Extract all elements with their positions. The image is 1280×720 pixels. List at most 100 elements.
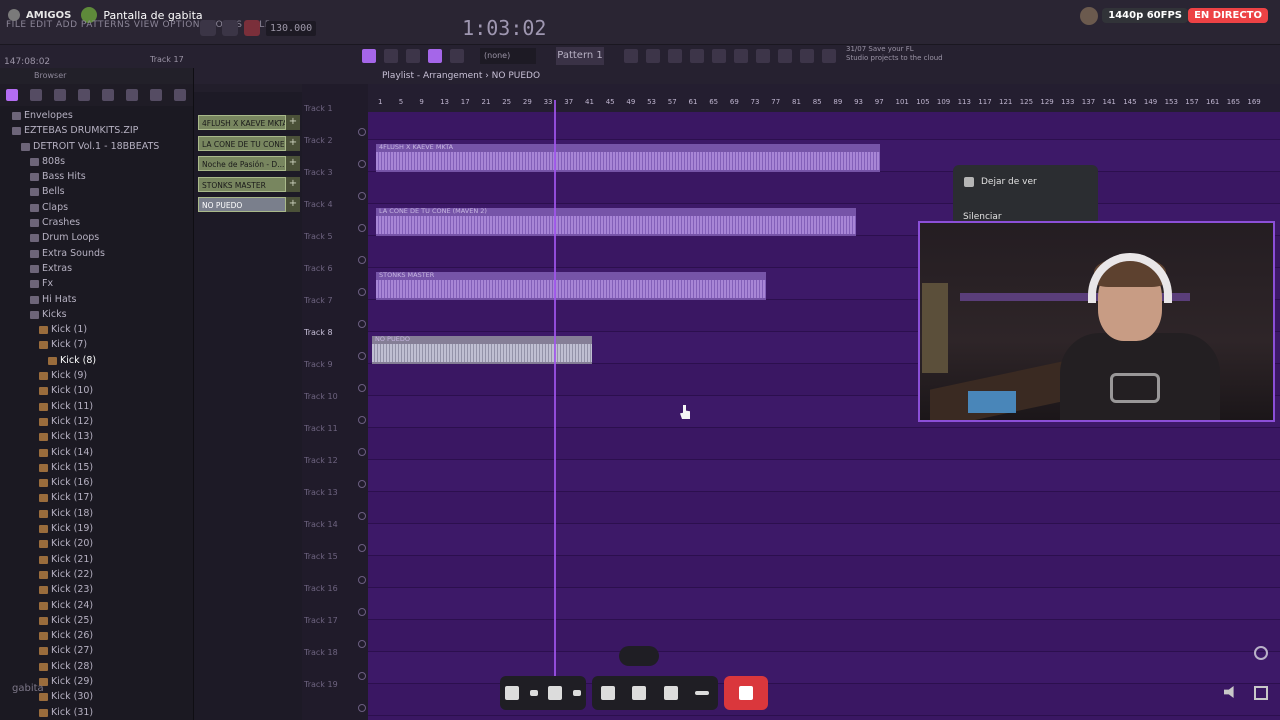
browser-item[interactable]: 808s bbox=[0, 154, 193, 169]
track-mute-toggle[interactable] bbox=[358, 352, 366, 360]
track-mute-toggle[interactable] bbox=[358, 160, 366, 168]
picker-add-icon[interactable]: + bbox=[286, 176, 300, 192]
track-label[interactable]: Track 2 bbox=[304, 136, 333, 145]
metronome-icon[interactable] bbox=[450, 49, 464, 63]
playlist-icon[interactable] bbox=[624, 49, 638, 63]
browser-item[interactable]: Hi Hats bbox=[0, 292, 193, 307]
browser-item[interactable]: Kick (23) bbox=[0, 582, 193, 597]
track-label[interactable]: Track 15 bbox=[304, 552, 338, 561]
track-mute-toggle[interactable] bbox=[358, 288, 366, 296]
browser-item[interactable]: Kick (27) bbox=[0, 643, 193, 658]
playlist-lane[interactable] bbox=[368, 588, 1280, 620]
pencil-icon[interactable] bbox=[406, 49, 420, 63]
browser-plugins-icon[interactable] bbox=[78, 89, 90, 101]
track-mute-toggle[interactable] bbox=[358, 192, 366, 200]
audio-clip[interactable]: NO PUEDO bbox=[372, 335, 592, 364]
track-label[interactable]: Track 14 bbox=[304, 520, 338, 529]
soundboard-icon[interactable] bbox=[663, 686, 678, 700]
pattern-name[interactable]: Pattern 1 bbox=[556, 47, 604, 65]
camera-off-icon[interactable] bbox=[548, 686, 563, 700]
piano-roll-icon[interactable] bbox=[646, 49, 660, 63]
browser-item[interactable]: Envelopes bbox=[0, 108, 193, 123]
leave-call-button[interactable] bbox=[724, 676, 768, 710]
browser-toggle-icon[interactable] bbox=[734, 49, 748, 63]
picker-add-icon[interactable]: + bbox=[286, 156, 300, 172]
track-mute-toggle[interactable] bbox=[358, 320, 366, 328]
track-mute-toggle[interactable] bbox=[358, 608, 366, 616]
browser-item[interactable]: Kick (26) bbox=[0, 628, 193, 643]
browser-item[interactable]: Bells bbox=[0, 184, 193, 199]
track-label[interactable]: Track 10 bbox=[304, 392, 338, 401]
browser-item[interactable]: Kicks bbox=[0, 307, 193, 322]
more-icon[interactable] bbox=[695, 691, 710, 695]
arrow-icon[interactable] bbox=[384, 49, 398, 63]
track-label[interactable]: Track 7 bbox=[304, 296, 333, 305]
track-label[interactable]: Track 8 bbox=[304, 328, 333, 337]
track-mute-toggle[interactable] bbox=[358, 256, 366, 264]
chevron-down-icon[interactable] bbox=[572, 690, 581, 696]
browser-item[interactable]: Kick (14) bbox=[0, 445, 193, 460]
audio-clip[interactable]: LA CONE DE TU CONE (MAVEN 2) bbox=[376, 207, 856, 236]
track-mute-toggle[interactable] bbox=[358, 640, 366, 648]
picker-pattern-item[interactable]: NO PUEDO bbox=[198, 197, 286, 213]
browser-item[interactable]: Kick (20) bbox=[0, 536, 193, 551]
playlist-lane[interactable] bbox=[368, 460, 1280, 492]
track-mute-toggle[interactable] bbox=[358, 576, 366, 584]
browser-star-icon[interactable] bbox=[126, 89, 138, 101]
playlist-lane[interactable] bbox=[368, 172, 1280, 204]
browser-more-icon[interactable] bbox=[174, 89, 186, 101]
browser-item[interactable]: Kick (8) bbox=[0, 353, 193, 368]
browser-item[interactable]: Kick (11) bbox=[0, 399, 193, 414]
browser-item[interactable]: Extra Sounds bbox=[0, 246, 193, 261]
picker-add-icon[interactable]: + bbox=[286, 197, 300, 213]
browser-tags-icon[interactable] bbox=[150, 89, 162, 101]
track-label[interactable]: Track 18 bbox=[304, 648, 338, 657]
record-icon[interactable] bbox=[244, 20, 260, 36]
browser-item[interactable]: Extras bbox=[0, 261, 193, 276]
track-label[interactable]: Track 16 bbox=[304, 584, 338, 593]
browser-item[interactable]: Kick (19) bbox=[0, 521, 193, 536]
track-label[interactable]: Track 13 bbox=[304, 488, 338, 497]
playhead-marker[interactable] bbox=[554, 100, 556, 676]
browser-item[interactable]: Kick (16) bbox=[0, 475, 193, 490]
browser-item[interactable]: Bass Hits bbox=[0, 169, 193, 184]
mixer-icon[interactable] bbox=[690, 49, 704, 63]
shop-icon[interactable] bbox=[822, 49, 836, 63]
play-icon[interactable] bbox=[200, 20, 216, 36]
playlist-lane[interactable] bbox=[368, 492, 1280, 524]
browser-item[interactable]: EZTEBAS DRUMKITS.ZIP bbox=[0, 123, 193, 138]
pattern-selector[interactable]: (none) bbox=[480, 48, 536, 64]
picker-add-icon[interactable]: + bbox=[286, 135, 300, 151]
track-mute-toggle[interactable] bbox=[358, 704, 366, 712]
browser-cloud-icon[interactable] bbox=[102, 89, 114, 101]
track-mute-toggle[interactable] bbox=[358, 672, 366, 680]
track-label[interactable]: Track 5 bbox=[304, 232, 333, 241]
cloud-hint[interactable]: 31/07 Save your FL Studio projects to th… bbox=[846, 45, 943, 63]
track-mute-toggle[interactable] bbox=[358, 224, 366, 232]
streamer-avatar[interactable] bbox=[1080, 7, 1098, 25]
audio-clip[interactable]: 4FLUSH X KAEVE MKTA bbox=[376, 143, 880, 172]
unfollow-stream-button[interactable]: Dejar de ver bbox=[981, 177, 1037, 187]
browser-item[interactable]: Kick (10) bbox=[0, 383, 193, 398]
scissors-icon[interactable] bbox=[800, 49, 814, 63]
plugin-icon[interactable] bbox=[712, 49, 726, 63]
browser-item[interactable]: Kick (9) bbox=[0, 368, 193, 383]
audio-clip[interactable]: STONKS MASTER bbox=[376, 271, 766, 300]
track-label[interactable]: Track 12 bbox=[304, 456, 338, 465]
webcam-feed[interactable] bbox=[918, 221, 1275, 422]
browser-item[interactable]: Fx bbox=[0, 276, 193, 291]
browser-item[interactable]: Claps bbox=[0, 200, 193, 215]
pattern-mode-icon[interactable] bbox=[362, 49, 376, 63]
plugin-db-icon[interactable] bbox=[756, 49, 770, 63]
activities-icon[interactable] bbox=[632, 686, 647, 700]
playlist-lane[interactable] bbox=[368, 620, 1280, 652]
track-label[interactable]: Track 11 bbox=[304, 424, 338, 433]
track-label[interactable]: Track 3 bbox=[304, 168, 333, 177]
browser-item[interactable]: Kick (25) bbox=[0, 613, 193, 628]
playlist-lane[interactable] bbox=[368, 556, 1280, 588]
touch-keyboard-icon[interactable] bbox=[778, 49, 792, 63]
browser-all-icon[interactable] bbox=[6, 89, 18, 101]
track-mute-toggle[interactable] bbox=[358, 448, 366, 456]
browser-item[interactable]: Drum Loops bbox=[0, 230, 193, 245]
browser-item[interactable]: Kick (31) bbox=[0, 705, 193, 720]
